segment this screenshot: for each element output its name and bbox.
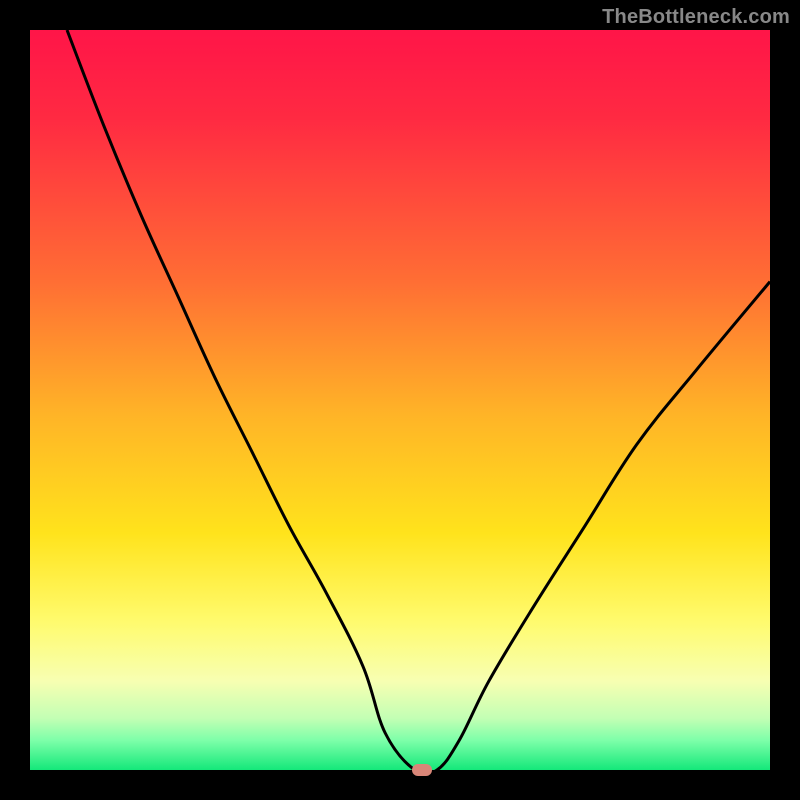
bottleneck-curve bbox=[30, 30, 770, 770]
chart-frame: TheBottleneck.com bbox=[0, 0, 800, 800]
minimum-marker bbox=[412, 764, 432, 776]
plot-area bbox=[30, 30, 770, 770]
watermark-label: TheBottleneck.com bbox=[602, 6, 790, 29]
curve-path bbox=[67, 30, 770, 770]
